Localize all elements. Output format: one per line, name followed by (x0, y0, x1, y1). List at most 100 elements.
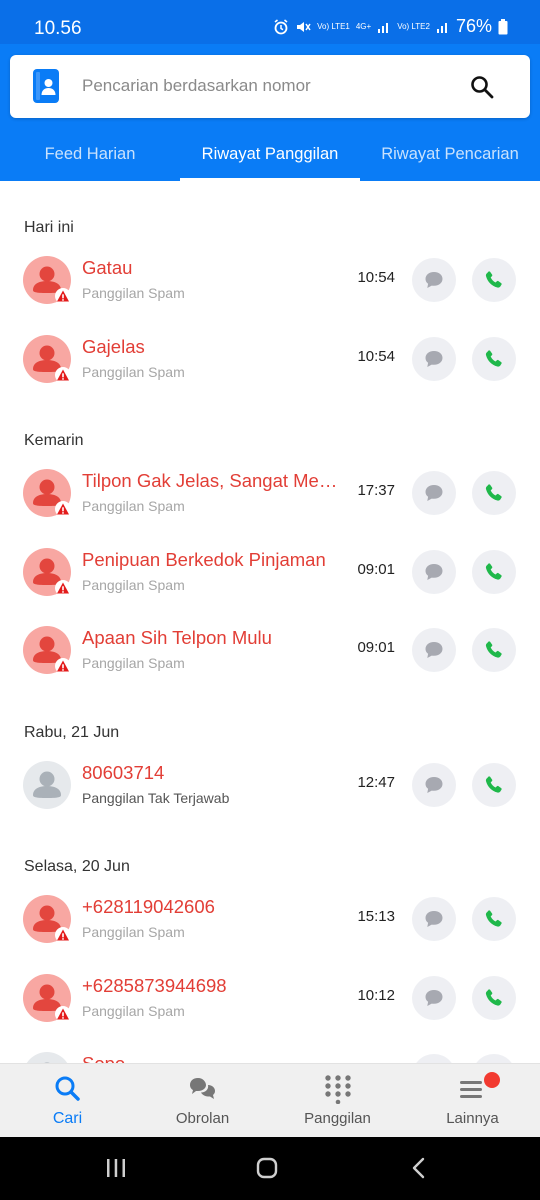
message-button[interactable] (412, 258, 456, 302)
call-button[interactable] (472, 336, 516, 381)
message-button[interactable] (412, 471, 456, 515)
spam-warning-icon (55, 927, 71, 943)
spam-warning-icon (55, 501, 71, 517)
caller-name: +628119042606 (82, 896, 215, 917)
section-label: Kemarin (24, 432, 84, 449)
call-button[interactable] (472, 762, 516, 807)
message-button[interactable] (412, 762, 456, 807)
avatar (23, 1052, 71, 1063)
contacts-book-icon[interactable] (33, 69, 61, 103)
call-button[interactable] (472, 628, 516, 672)
spam-warning-icon (55, 366, 71, 383)
call-time: 15:13 (357, 908, 395, 925)
call-row[interactable]: 80603714 Panggilan Tak Terjawab 12:47 (0, 746, 540, 824)
message-icon (425, 776, 443, 793)
sim1-label: Vo) LTE1 (317, 21, 350, 31)
phone-icon (485, 562, 502, 580)
call-row[interactable]: Penipuan Berkedok Pinjaman Panggilan Spam… (0, 533, 540, 611)
system-nav-bar (0, 1137, 540, 1200)
caller-name: Apaan Sih Telpon Mulu (82, 627, 272, 648)
search-input[interactable] (82, 69, 452, 103)
tab-bar: Feed Harian Riwayat Panggilan Riwayat Pe… (0, 128, 540, 181)
chat-icon (190, 1078, 215, 1099)
call-row[interactable]: Gatau Panggilan Spam 10:54 (0, 241, 540, 319)
call-row[interactable]: +6285873944698 Panggilan Spam 10:12 (0, 959, 540, 1037)
call-row[interactable]: Gajelas Panggilan Spam 10:54 (0, 320, 540, 398)
message-icon (425, 563, 443, 580)
call-row[interactable]: +628119042606 Panggilan Spam 15:13 (0, 880, 540, 958)
status-icons: Vo) LTE1 4G+ Vo) LTE2 76% (273, 16, 508, 37)
search-icon (55, 1076, 80, 1101)
call-type: Panggilan Spam (82, 924, 185, 940)
call-time: 10:54 (357, 269, 395, 286)
call-row[interactable]: Tilpon Gak Jelas, Sangat Men… Panggilan S… (0, 454, 540, 532)
message-button[interactable] (412, 336, 456, 381)
spam-warning-icon (55, 288, 71, 304)
message-icon (425, 642, 443, 658)
caller-name: Sopo (82, 1053, 346, 1063)
person-icon (44, 1062, 50, 1063)
phone-icon (485, 641, 502, 658)
phone-icon (485, 775, 502, 793)
call-type: Panggilan Spam (82, 285, 185, 301)
call-type: Panggilan Tak Terjawab (82, 789, 230, 806)
message-button[interactable] (412, 975, 456, 1020)
home-icon[interactable] (256, 1157, 278, 1179)
message-button[interactable] (412, 897, 456, 941)
message-icon (425, 350, 443, 367)
message-button[interactable] (412, 628, 456, 672)
call-time: 09:01 (357, 639, 395, 656)
section-label: Rabu, 21 Jun (24, 723, 120, 741)
status-bar: 10.56 Vo) LTE1 4G+ Vo) LTE2 76% (0, 0, 540, 44)
call-type: Panggilan Spam (82, 655, 185, 671)
nav-item-obrolan[interactable]: Obrolan (135, 1064, 270, 1138)
call-button[interactable] (472, 258, 516, 302)
nav-item-cari[interactable]: Cari (0, 1064, 135, 1138)
message-button[interactable] (412, 1054, 456, 1063)
nav-label: Panggilan (304, 1110, 371, 1127)
call-time: 12:47 (357, 773, 395, 791)
spam-warning-icon (55, 579, 71, 596)
call-row[interactable]: Apaan Sih Telpon Mulu Panggilan Spam 09:01 (0, 611, 540, 689)
call-type: Panggilan Spam (82, 363, 185, 380)
sim2-label: Vo) LTE2 (397, 21, 430, 31)
dialpad-icon (325, 1075, 351, 1104)
tab-riwayat-panggilan[interactable]: Riwayat Panggilan (180, 128, 360, 181)
caller-name: Tilpon Gak Jelas, Sangat Men… (82, 470, 346, 491)
phone-icon (485, 988, 502, 1006)
signal-icon (436, 22, 447, 33)
battery-percent: 76% (455, 16, 492, 36)
section-label: Hari ini (24, 219, 74, 236)
person-icon (33, 771, 61, 798)
nav-item-panggilan[interactable]: Panggilan (270, 1064, 405, 1138)
call-time: 17:37 (357, 482, 395, 499)
call-button[interactable] (472, 1054, 516, 1063)
call-time: 10:54 (357, 347, 395, 365)
back-icon[interactable] (408, 1157, 430, 1179)
caller-name: 80603714 (82, 761, 165, 783)
nav-label: Obrolan (175, 1110, 230, 1127)
network-label: 4G+ (355, 21, 372, 31)
nav-label: Lainnya (446, 1110, 499, 1127)
phone-icon (485, 910, 502, 927)
call-button[interactable] (472, 897, 516, 941)
call-button[interactable] (472, 471, 516, 515)
search-bar[interactable] (10, 55, 530, 118)
tab-feed-harian[interactable]: Feed Harian (0, 128, 180, 181)
caller-name: Penipuan Berkedok Pinjaman (82, 548, 326, 570)
call-button[interactable] (472, 975, 516, 1020)
call-row[interactable]: SopoPanggilan Tak Terjawab10:12 (0, 1037, 540, 1063)
message-icon (425, 485, 443, 501)
tab-riwayat-pencarian[interactable]: Riwayat Pencarian (360, 128, 540, 181)
nav-label: Cari (52, 1110, 83, 1127)
caller-name: +6285873944698 (82, 974, 227, 996)
search-icon[interactable] (470, 75, 494, 99)
section-label: Selasa, 20 Jun (24, 858, 130, 875)
recents-icon[interactable] (105, 1157, 127, 1179)
nav-item-lainnya[interactable]: Lainnya (405, 1064, 540, 1138)
call-history-list[interactable]: Hari ini Gatau Panggilan Spam 10:54 Gajelas P… (0, 181, 540, 1063)
status-time: 10.56 (34, 18, 82, 39)
message-button[interactable] (412, 549, 456, 594)
call-time: 10:12 (357, 986, 395, 1004)
call-button[interactable] (472, 549, 516, 594)
